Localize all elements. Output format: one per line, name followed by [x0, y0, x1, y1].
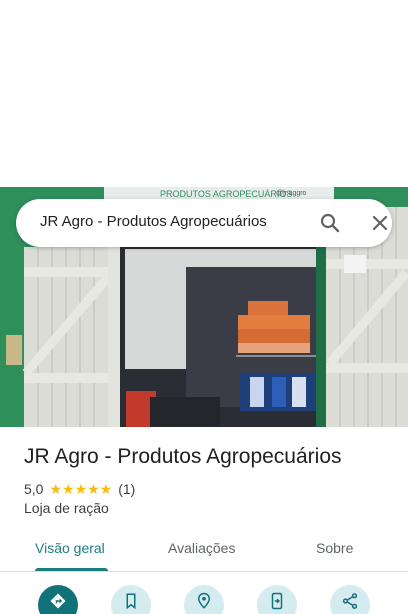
directions-button[interactable] [38, 585, 78, 614]
review-count[interactable]: (1) [118, 481, 135, 497]
share-button[interactable] [330, 585, 370, 614]
tab-reviews[interactable]: Avaliações [168, 540, 235, 556]
send-to-phone-icon [271, 592, 283, 610]
tab-overview[interactable]: Visão geral [35, 540, 105, 556]
action-bar [0, 585, 408, 614]
sign-text: PRODUTOS AGROPECUÁRIOS [160, 189, 292, 199]
share-icon [342, 593, 358, 609]
search-bar[interactable]: JR Agro - Produtos Agropecuários [16, 199, 392, 247]
rating-row[interactable]: 5,0 ★★★★★ (1) [24, 480, 135, 498]
map-area[interactable] [0, 0, 408, 187]
search-input[interactable]: JR Agro - Produtos Agropecuários [40, 213, 267, 230]
close-icon[interactable] [368, 211, 392, 235]
nearby-button[interactable] [184, 585, 224, 614]
place-title: JR Agro - Produtos Agropecuários [24, 445, 342, 468]
nearby-icon [197, 592, 211, 609]
directions-icon [50, 593, 66, 609]
search-icon[interactable] [318, 211, 342, 235]
save-button[interactable] [111, 585, 151, 614]
tab-bar: Visão geral Avaliações Sobre [0, 528, 408, 572]
sign-handle: @jr.aggro [276, 190, 307, 197]
star-rating-icon: ★★★★★ [49, 480, 113, 497]
send-to-phone-button[interactable] [257, 585, 297, 614]
tab-about[interactable]: Sobre [316, 540, 353, 556]
rating-value: 5,0 [24, 481, 44, 497]
place-category[interactable]: Loja de ração [24, 500, 109, 516]
bookmark-icon [126, 593, 136, 610]
active-tab-indicator [35, 568, 108, 571]
